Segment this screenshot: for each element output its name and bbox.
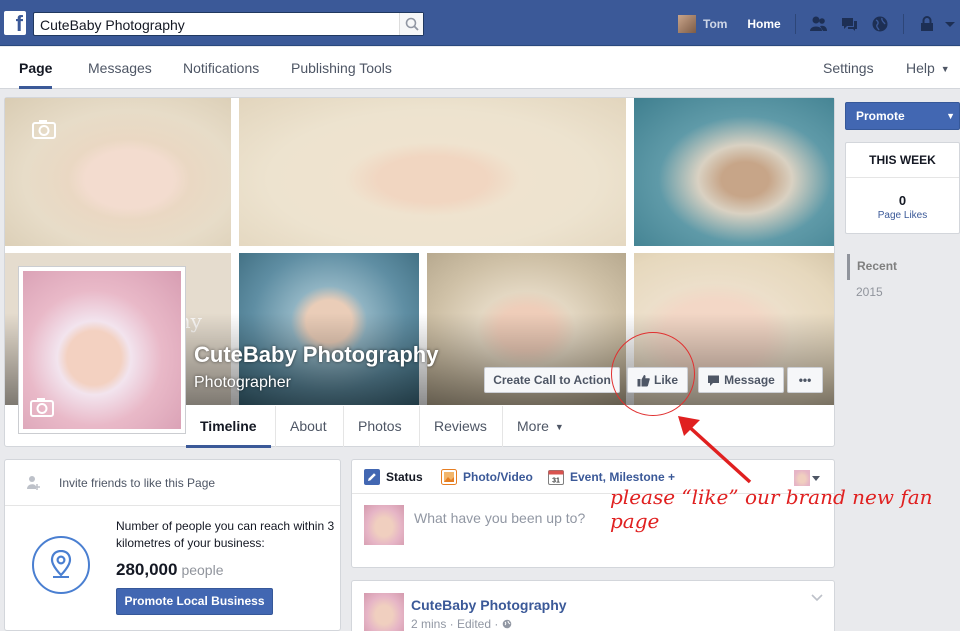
chevron-down-icon[interactable]: ▼ (946, 103, 955, 129)
tab-reviews[interactable]: Reviews (419, 406, 501, 447)
invite-friends-text: Invite friends to like this Page (59, 476, 216, 490)
message-button[interactable]: Message (698, 367, 784, 393)
divider (903, 14, 904, 34)
annotation-arrow (678, 416, 752, 484)
composer-tab-photo-video[interactable]: Photo/Video (441, 469, 533, 485)
annotation-text: please “like” our brand new fan page (610, 485, 933, 533)
page-likes-count: 0 (898, 193, 907, 208)
cover-card: phy CuteBaby Photography Photographer Cr… (4, 97, 835, 448)
privacy-lock-icon[interactable] (918, 15, 936, 33)
nav-settings[interactable]: Settings (823, 47, 874, 89)
reach-unit: people (181, 562, 224, 578)
promote-button[interactable]: Promote ▼ (845, 102, 960, 130)
avatar (678, 15, 696, 33)
page-category: Photographer (194, 374, 291, 391)
year-2015[interactable]: 2015 (847, 280, 960, 306)
post-as-selector[interactable] (794, 470, 822, 486)
promote-label: Promote (856, 109, 905, 123)
divider (795, 14, 796, 34)
tab-photos[interactable]: Photos (343, 406, 416, 447)
messages-icon[interactable] (840, 15, 858, 33)
pencil-icon (364, 469, 380, 485)
search-box[interactable]: CuteBaby Photography (33, 12, 424, 36)
timeline-post: CuteBaby Photography 2 mins · Edited · (351, 580, 835, 631)
post-meta: 2 mins · Edited · (411, 617, 512, 631)
cover-photo-tile (634, 98, 834, 246)
status-input[interactable]: What have you been up to? (414, 510, 585, 526)
avatar (364, 505, 404, 545)
create-call-to-action-button[interactable]: Create Call to Action (484, 367, 620, 393)
page-admin-nav: Page Messages Notifications Publishing T… (0, 47, 960, 89)
location-pin-icon (32, 536, 90, 594)
composer-tab-label: Photo/Video (463, 470, 533, 484)
facebook-logo-icon[interactable]: f (4, 11, 26, 35)
reach-count: 280,000 people (116, 560, 224, 580)
settings-caret-icon[interactable] (941, 15, 959, 33)
message-label: Message (724, 373, 775, 387)
timeline-year-nav: Recent 2015 (847, 254, 960, 306)
search-input[interactable]: CuteBaby Photography (40, 17, 185, 33)
composer-tab-event-milestone[interactable]: 31 Event, Milestone + (548, 469, 675, 485)
profile-link[interactable]: Tom (678, 13, 727, 35)
chevron-down-icon[interactable] (810, 593, 824, 603)
nav-page[interactable]: Page (19, 47, 53, 89)
nav-messages[interactable]: Messages (88, 47, 152, 89)
reach-description: Number of people you can reach within 3 … (116, 519, 335, 550)
search-button[interactable] (399, 13, 423, 35)
tab-more[interactable]: More ▼ (502, 406, 578, 447)
calendar-icon: 31 (548, 470, 564, 485)
tab-about[interactable]: About (275, 406, 341, 447)
top-bar: f CuteBaby Photography Tom Home (0, 0, 960, 46)
more-options-button[interactable]: ••• (787, 367, 823, 393)
avatar (794, 470, 810, 486)
chevron-down-icon (812, 476, 820, 481)
nav-publishing-tools[interactable]: Publishing Tools (291, 47, 392, 89)
home-link[interactable]: Home (738, 12, 790, 36)
message-icon (708, 375, 720, 386)
composer-tab-label: Event, Milestone + (570, 470, 676, 484)
avatar[interactable] (364, 593, 404, 631)
tab-timeline[interactable]: Timeline (186, 406, 271, 448)
tab-more-label: More (517, 418, 549, 434)
photo-icon (441, 469, 457, 485)
nav-notifications[interactable]: Notifications (183, 47, 259, 89)
year-recent[interactable]: Recent (847, 254, 960, 280)
globe-icon (502, 619, 512, 629)
camera-icon[interactable] (31, 118, 57, 140)
chevron-down-icon: ▼ (554, 422, 564, 433)
this-week-title: THIS WEEK (846, 143, 959, 178)
svg-text:31: 31 (552, 478, 560, 485)
user-name: Tom (703, 17, 728, 31)
this-week-panel: THIS WEEK 0 Page Likes (845, 142, 960, 234)
invite-friends-row[interactable]: Invite friends to like this Page (5, 460, 340, 506)
annotation-circle (611, 332, 695, 416)
search-icon (405, 17, 419, 31)
friends-icon[interactable] (809, 15, 827, 33)
post-author-link[interactable]: CuteBaby Photography (411, 597, 567, 613)
promote-local-card: Invite friends to like this Page Number … (4, 459, 341, 631)
page-likes-link[interactable]: Page Likes (846, 210, 959, 221)
help-label: Help (906, 60, 935, 76)
chevron-down-icon: ▼ (940, 64, 950, 75)
post-timestamp[interactable]: 2 mins · Edited · (411, 617, 502, 631)
invite-person-icon (27, 476, 40, 490)
globe-icon[interactable] (871, 15, 889, 33)
composer-tab-status[interactable]: Status (364, 469, 423, 485)
nav-help[interactable]: Help ▼ (906, 47, 950, 89)
cover-photo-tile (239, 98, 626, 246)
page-title: CuteBaby Photography (194, 342, 439, 367)
composer-tab-label: Status (386, 470, 423, 484)
promote-local-business-button[interactable]: Promote Local Business (116, 588, 273, 615)
reach-number: 280,000 (116, 560, 178, 579)
